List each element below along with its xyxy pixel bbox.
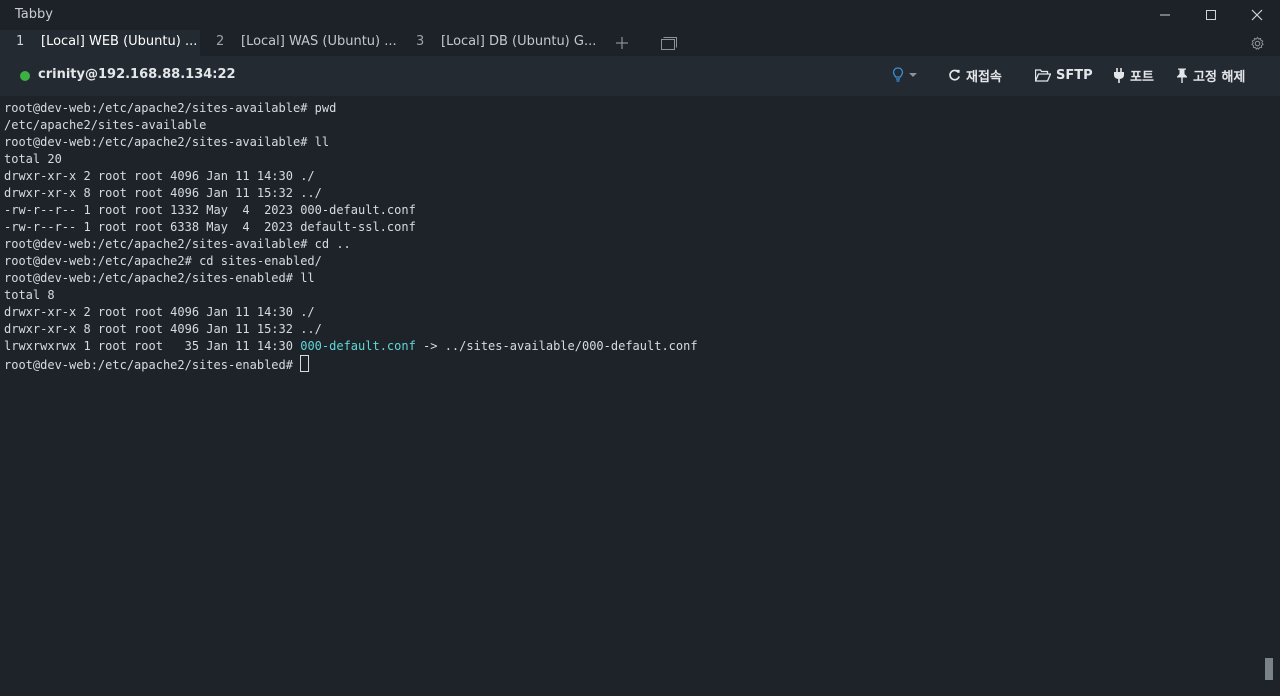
terminal-line: root@dev-web:/etc/apache2/sites-availabl… — [4, 237, 351, 251]
settings-button[interactable] — [1244, 30, 1270, 56]
bulb-menu-button[interactable] — [892, 60, 917, 90]
maximize-button[interactable] — [1188, 0, 1234, 30]
tab-label: [Local] WAS (Ubuntu) ... — [241, 34, 397, 49]
symlink-name: 000-default.conf — [300, 339, 416, 353]
reconnect-label: 재접속 — [966, 69, 1002, 85]
scrollbar-track[interactable] — [1262, 100, 1280, 696]
window-stack-icon — [661, 36, 677, 50]
tab-number: 1 — [16, 34, 25, 49]
tab-db[interactable]: 3 [Local] DB (Ubuntu) G... — [400, 30, 600, 56]
symlink-target: -> ../sites-available/000-default.conf — [415, 339, 698, 353]
gear-icon — [1250, 36, 1264, 50]
tab-label: [Local] WEB (Ubuntu) ... — [41, 34, 198, 49]
ports-button[interactable]: 포트 — [1113, 60, 1154, 90]
terminal-line: /etc/apache2/sites-available — [4, 118, 207, 132]
ports-label: 포트 — [1130, 69, 1154, 85]
terminal-prompt-line: root@dev-web:/etc/apache2/sites-enabled# — [0, 355, 1262, 372]
terminal-cursor — [300, 355, 310, 372]
plus-icon — [616, 37, 628, 49]
unpin-label: 고정 해제 — [1193, 69, 1246, 85]
terminal-line-symlink: lrwxrwxrwx 1 root root 35 Jan 11 14:30 0… — [0, 338, 1262, 355]
terminal-line: root@dev-web:/etc/apache2# cd sites-enab… — [4, 254, 322, 268]
minimize-icon — [1160, 14, 1170, 16]
terminal-line: root@dev-web:/etc/apache2/sites-availabl… — [4, 135, 330, 149]
tab-number: 3 — [416, 34, 425, 49]
tab-web[interactable]: 1 [Local] WEB (Ubuntu) ... — [0, 30, 200, 56]
plug-icon — [1113, 67, 1125, 83]
maximize-icon — [1206, 10, 1216, 20]
chevron-down-icon — [909, 72, 917, 78]
minimize-button[interactable] — [1142, 0, 1188, 30]
scrollbar-thumb[interactable] — [1265, 658, 1273, 680]
pin-icon — [1176, 68, 1188, 83]
terminal-line: -rw-r--r-- 1 root root 1332 May 4 2023 0… — [4, 203, 416, 217]
sftp-button[interactable]: SFTP — [1035, 60, 1093, 90]
close-button[interactable] — [1234, 0, 1280, 30]
terminal-line: -rw-r--r-- 1 root root 6338 May 4 2023 d… — [4, 220, 416, 234]
symlink-prefix: lrwxrwxrwx 1 root root 35 Jan 11 14:30 — [4, 339, 301, 353]
tab-was[interactable]: 2 [Local] WAS (Ubuntu) ... — [200, 30, 400, 56]
reload-icon — [948, 69, 961, 82]
close-icon — [1251, 9, 1263, 21]
tab-number: 2 — [216, 34, 225, 49]
unpin-button[interactable]: 고정 해제 — [1176, 60, 1245, 90]
terminal-line: drwxr-xr-x 2 root root 4096 Jan 11 14:30… — [4, 305, 315, 319]
new-tab-button[interactable] — [610, 30, 634, 56]
terminal-line: root@dev-web:/etc/apache2/sites-availabl… — [4, 101, 337, 115]
shell-prompt: root@dev-web:/etc/apache2/sites-enabled# — [4, 358, 301, 372]
terminal-line: total 20 — [4, 152, 62, 166]
terminal-line: drwxr-xr-x 2 root root 4096 Jan 11 14:30… — [4, 169, 315, 183]
tab-label: [Local] DB (Ubuntu) G... — [441, 34, 597, 49]
sftp-label: SFTP — [1056, 67, 1093, 83]
folder-open-icon — [1035, 68, 1051, 82]
lightbulb-icon — [892, 67, 904, 83]
terminal-line: drwxr-xr-x 8 root root 4096 Jan 11 15:32… — [4, 322, 322, 336]
title-bar — [0, 0, 1280, 30]
terminal-line: drwxr-xr-x 8 root root 4096 Jan 11 15:32… — [4, 186, 322, 200]
app-title: Tabby — [15, 7, 53, 22]
host-address: crinity@192.168.88.134:22 — [38, 67, 236, 82]
terminal-line: total 8 — [4, 288, 55, 302]
reconnect-button[interactable]: 재접속 — [948, 60, 1002, 90]
connection-status-dot — [20, 71, 30, 81]
terminal-line: root@dev-web:/etc/apache2/sites-enabled#… — [4, 271, 315, 285]
terminal-output[interactable]: root@dev-web:/etc/apache2/sites-availabl… — [0, 100, 1262, 696]
profiles-button[interactable] — [656, 30, 682, 56]
